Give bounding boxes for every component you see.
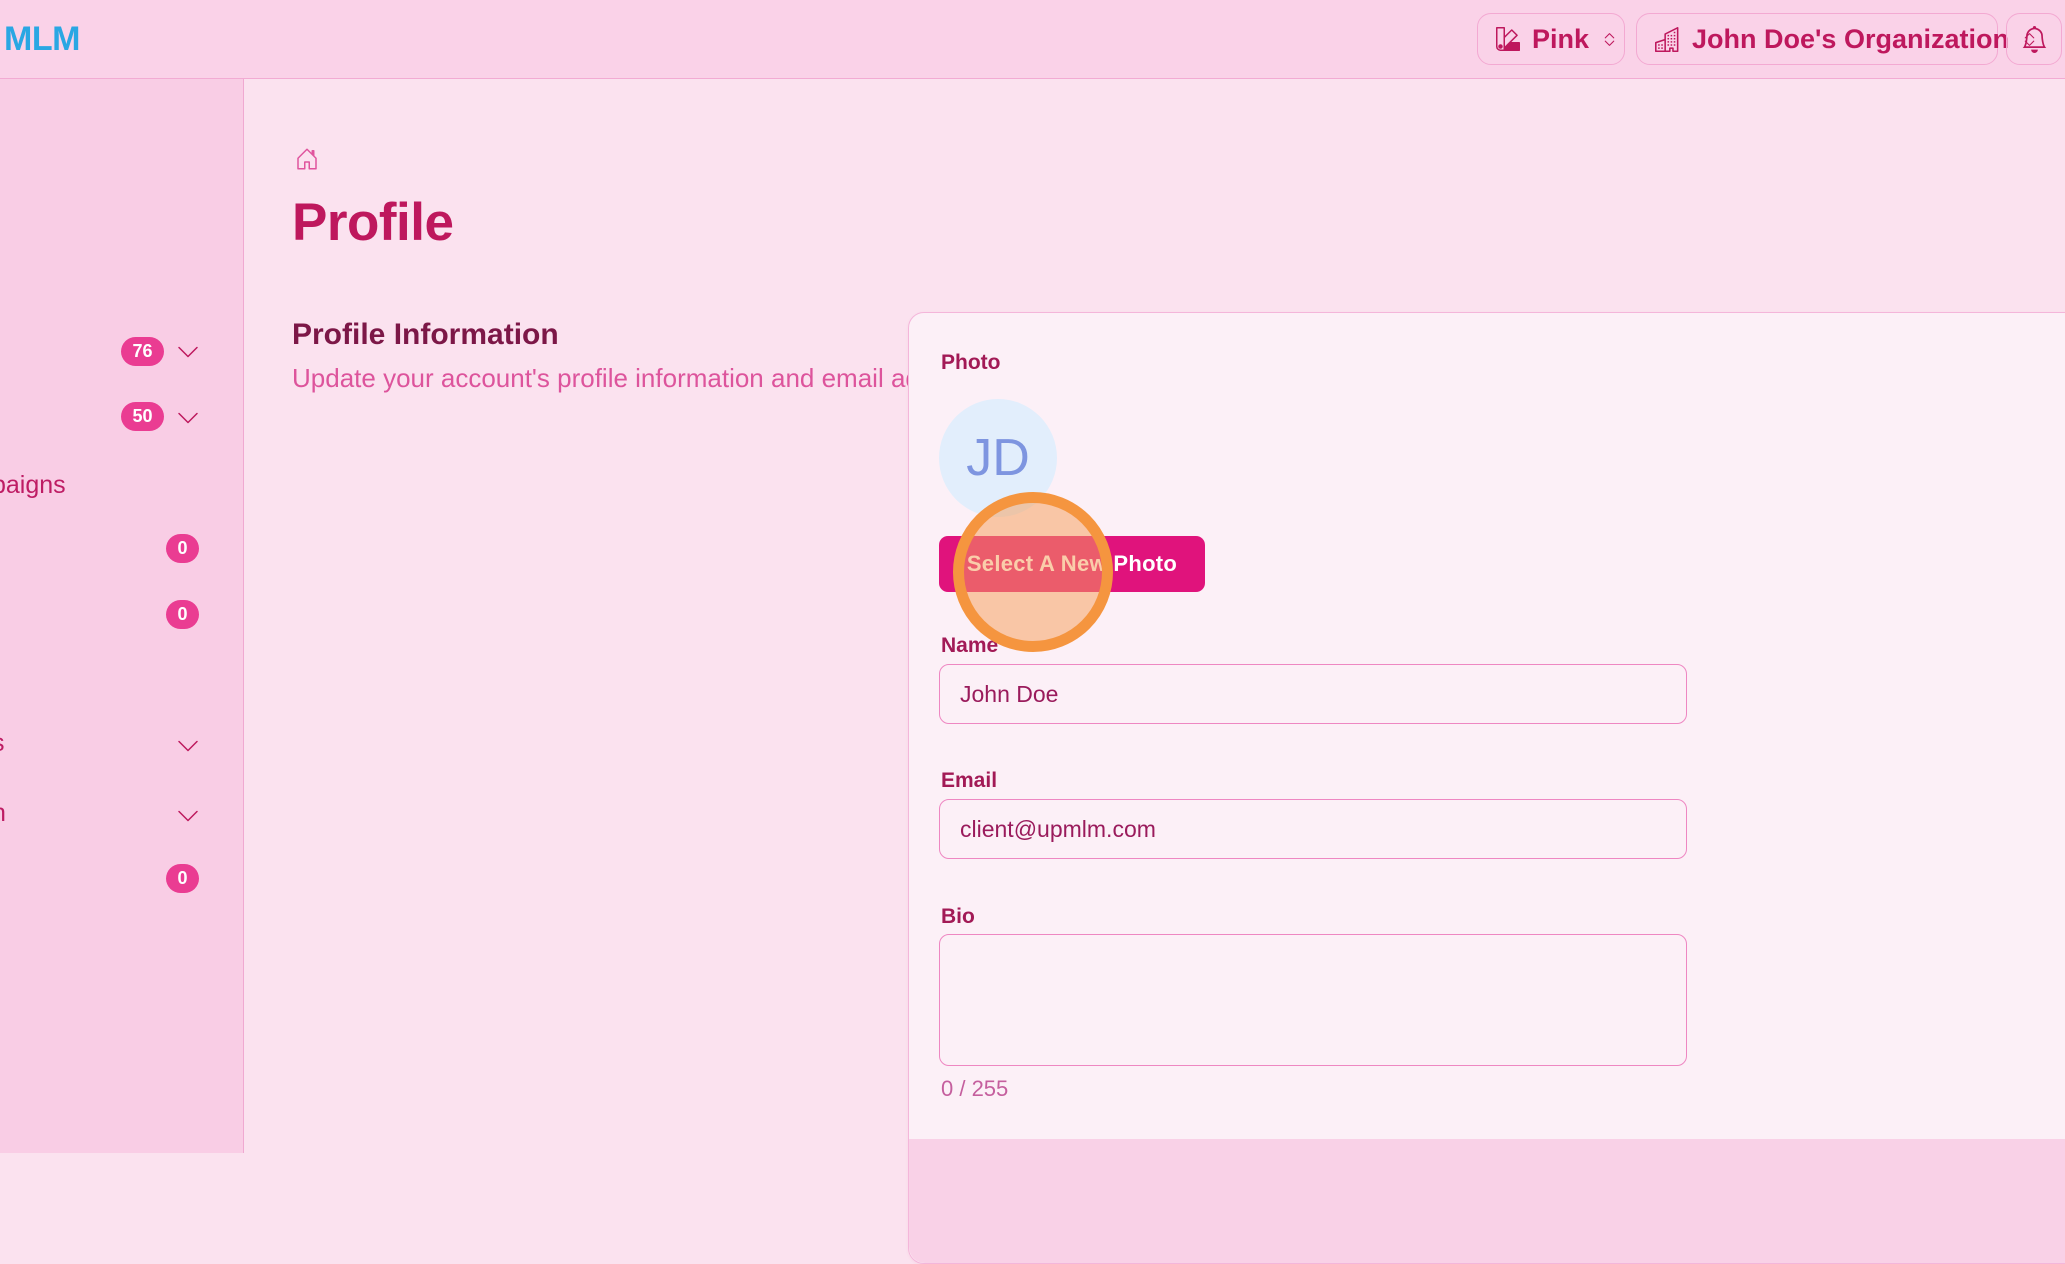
sidebar-item[interactable]: n	[0, 799, 6, 828]
sidebar-badge: 76	[121, 337, 164, 366]
bio-character-counter: 0 / 255	[941, 1076, 1008, 1102]
section-description: Update your account's profile informatio…	[292, 363, 991, 394]
profile-form-card: Photo JD Select A New Photo Name Email B…	[908, 312, 2065, 1264]
bio-label: Bio	[941, 905, 975, 929]
name-label: Name	[941, 634, 998, 658]
topbar: MLM Pink John Doe's Organization	[0, 0, 2065, 79]
chevron-down-icon[interactable]	[176, 804, 200, 828]
building-icon	[1655, 27, 1680, 52]
organization-switcher-button[interactable]: John Doe's Organization	[1636, 13, 1998, 65]
sidebar-badge: 50	[121, 402, 164, 431]
page-title: Profile	[292, 192, 453, 253]
palette-icon	[1496, 27, 1520, 51]
email-field[interactable]	[939, 799, 1687, 859]
notifications-button[interactable]	[2006, 13, 2062, 65]
breadcrumb-home-icon[interactable]	[295, 147, 319, 171]
chevron-expand-icon	[1601, 31, 1618, 48]
organization-switcher-label: John Doe's Organization	[1692, 24, 2009, 55]
email-label: Email	[941, 769, 997, 793]
chevron-down-icon[interactable]	[176, 340, 200, 364]
app-logo[interactable]: MLM	[4, 0, 80, 78]
sidebar-badge: 0	[166, 534, 199, 563]
photo-label: Photo	[941, 351, 1000, 375]
avatar: JD	[939, 399, 1057, 517]
chevron-down-icon[interactable]	[176, 734, 200, 758]
name-field[interactable]	[939, 664, 1687, 724]
theme-switcher-label: Pink	[1532, 24, 1589, 55]
sidebar-badge: 0	[166, 864, 199, 893]
bell-icon	[2021, 26, 2048, 53]
theme-switcher-button[interactable]: Pink	[1477, 13, 1625, 65]
chevron-down-icon[interactable]	[176, 406, 200, 430]
select-new-photo-button[interactable]: Select A New Photo	[939, 536, 1205, 592]
section-heading: Profile Information	[292, 318, 559, 352]
sidebar-item-campaigns[interactable]: paigns	[0, 471, 66, 500]
card-footer	[909, 1139, 2065, 1263]
sidebar: 76 50 paigns 0 0 s n 0	[0, 78, 244, 1153]
sidebar-badge: 0	[166, 600, 199, 629]
sidebar-item[interactable]: s	[0, 729, 5, 758]
bio-field[interactable]	[939, 934, 1687, 1066]
